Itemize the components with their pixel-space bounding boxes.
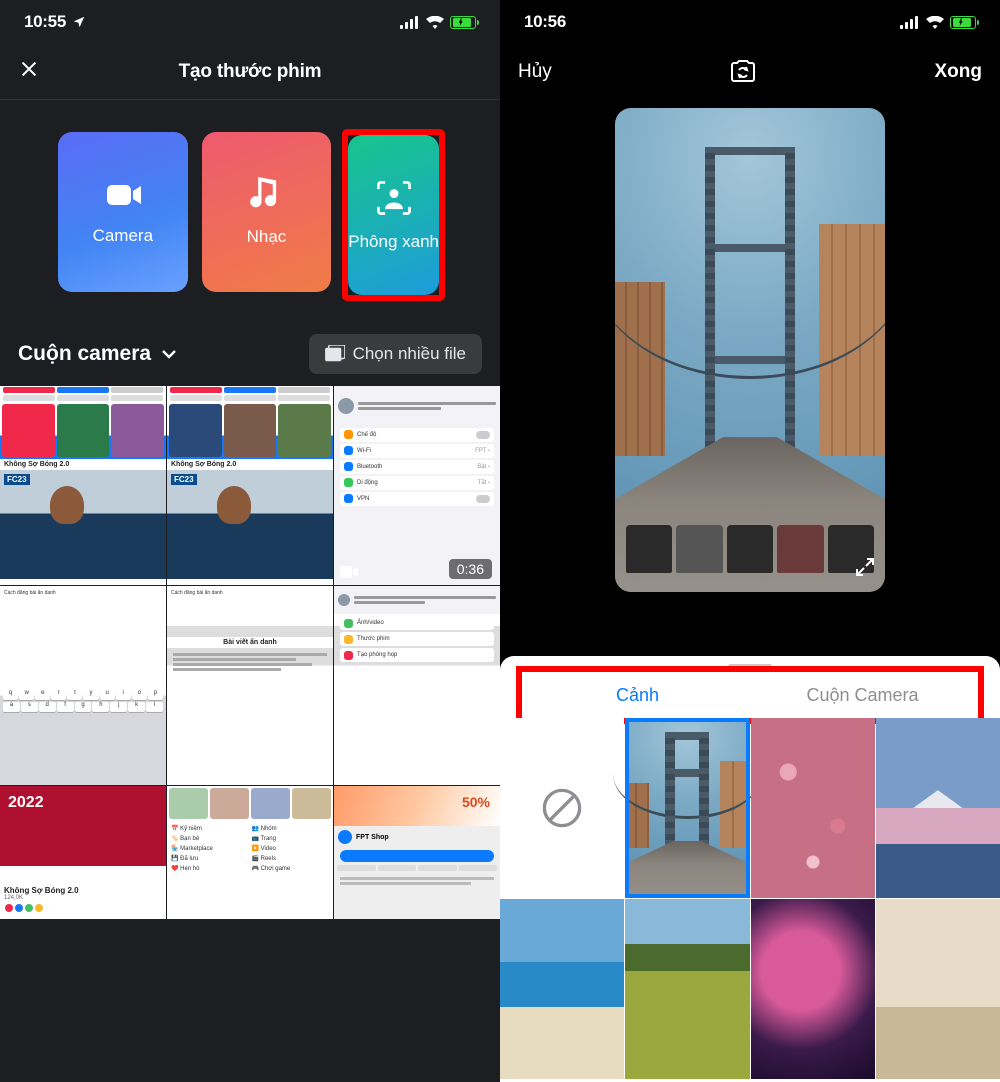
video-icon — [340, 565, 358, 579]
mode-cards-row: Camera Nhạc Phông xanh — [0, 100, 500, 328]
gallery-thumb[interactable]: 2022 Không Sợ Bóng 2.0 124,0K — [0, 786, 166, 919]
gallery-thumb[interactable]: 50% FPT Shop — [334, 786, 500, 919]
signal-icon — [900, 16, 920, 29]
background-grid — [500, 718, 1000, 1079]
background-option[interactable] — [625, 718, 749, 898]
screen-green-screen-editor: 10:56 Hủy Xong — [500, 0, 1000, 1082]
gallery-thumb[interactable]: Cách đăng bài ẩn danh Bài viết ẩn danh — [167, 586, 333, 785]
nav-header: Tạo thước phim — [0, 44, 500, 100]
green-screen-icon — [374, 178, 414, 218]
background-option[interactable] — [751, 718, 875, 898]
status-time: 10:55 — [24, 12, 66, 32]
sheet-handle[interactable] — [728, 664, 772, 669]
flip-camera-icon — [728, 58, 758, 86]
gallery-thumb[interactable]: Chế độ Wi-FiFPT › BluetoothBật › Di động… — [334, 386, 500, 585]
cancel-button[interactable]: Hủy — [518, 61, 552, 83]
thumb-text: Cách đăng bài ẩn danh — [0, 586, 166, 601]
thumb-badge: FC23 — [4, 474, 30, 485]
status-bar: 10:55 — [0, 0, 500, 44]
background-preview[interactable] — [615, 108, 885, 592]
mode-card-music[interactable]: Nhạc — [202, 132, 332, 292]
dropdown-label: Cuộn camera — [18, 342, 151, 366]
multi-select-label: Chọn nhiều file — [353, 344, 466, 364]
background-option[interactable] — [500, 899, 624, 1079]
thumb-text: 50% — [462, 794, 490, 810]
gallery-thumb[interactable]: 📅 Kỷ niệm👥 Nhóm 🏷️ Bạn bè📺 Trang 🏪 Marke… — [167, 786, 333, 919]
background-option[interactable] — [751, 899, 875, 1079]
mode-card-label: Camera — [93, 226, 153, 246]
mode-card-label: Nhạc — [247, 227, 287, 247]
gallery-thumb[interactable]: Ảnh/video Thước phim Tạo phòng họp — [334, 586, 500, 785]
thumb-text: Bài viết ẩn danh — [167, 637, 333, 648]
editor-nav: Hủy Xong — [500, 44, 1000, 100]
highlight-tabs: Cảnh Cuộn Camera — [522, 672, 978, 718]
gallery-grid: Không Sợ Bóng 2.0 FC23 Không Sợ Bóng 2.0… — [0, 386, 500, 919]
mode-card-camera[interactable]: Camera — [58, 132, 188, 292]
thumb-text: Cách đăng bài ẩn danh — [167, 586, 333, 601]
wifi-icon — [926, 16, 944, 29]
wifi-icon — [426, 16, 444, 29]
flip-camera-button[interactable] — [728, 58, 758, 86]
location-icon — [72, 15, 86, 29]
gallery-thumb[interactable]: Không Sợ Bóng 2.0 FC23 — [167, 386, 333, 585]
background-option[interactable] — [876, 899, 1000, 1079]
tab-camera-roll[interactable]: Cuộn Camera — [750, 675, 975, 715]
battery-icon — [950, 16, 976, 29]
status-time: 10:56 — [524, 12, 566, 32]
thumb-text: 124,0K — [4, 895, 162, 901]
thumb-text: Không Sợ Bóng 2.0 — [0, 459, 166, 470]
background-none[interactable] — [500, 718, 624, 898]
mode-card-label: Phông xanh — [348, 232, 439, 252]
expand-icon[interactable] — [855, 557, 875, 582]
multi-select-button[interactable]: Chọn nhiều file — [309, 334, 482, 374]
done-button[interactable]: Xong — [934, 61, 982, 83]
thumb-text: Không Sợ Bóng 2.0 — [167, 459, 333, 470]
chevron-down-icon — [161, 349, 177, 359]
thumb-badge: FC23 — [171, 474, 197, 485]
highlight-green-screen: Phông xanh — [345, 132, 442, 298]
gallery-filter-bar: Cuộn camera Chọn nhiều file — [0, 328, 500, 386]
status-bar: 10:56 — [500, 0, 1000, 44]
no-background-icon — [540, 786, 584, 830]
camera-roll-dropdown[interactable]: Cuộn camera — [18, 342, 177, 366]
screen-create-reel: 10:55 Tạo thước phim Camera Nhạc Phông x… — [0, 0, 500, 1082]
background-option[interactable] — [625, 899, 749, 1079]
signal-icon — [400, 16, 420, 29]
page-title: Tạo thước phim — [0, 61, 500, 83]
tab-scenes[interactable]: Cảnh — [525, 675, 750, 715]
battery-icon — [450, 16, 476, 29]
mode-card-green-screen[interactable]: Phông xanh — [348, 135, 439, 295]
gallery-thumb[interactable]: Không Sợ Bóng 2.0 FC23 — [0, 386, 166, 585]
thumb-text: 2022 — [8, 794, 44, 812]
music-icon — [250, 177, 282, 213]
preview-area — [500, 100, 1000, 690]
background-option[interactable] — [876, 718, 1000, 898]
gallery-thumb[interactable]: Cách đăng bài ẩn danh qwertyuiop asdfghj… — [0, 586, 166, 785]
thumb-text: Không Sợ Bóng 2.0 — [4, 886, 162, 895]
background-picker-sheet: Cảnh Cuộn Camera — [500, 656, 1000, 1082]
camera-icon — [103, 178, 143, 212]
gallery-icon — [325, 345, 345, 363]
video-duration: 0:36 — [449, 559, 492, 579]
